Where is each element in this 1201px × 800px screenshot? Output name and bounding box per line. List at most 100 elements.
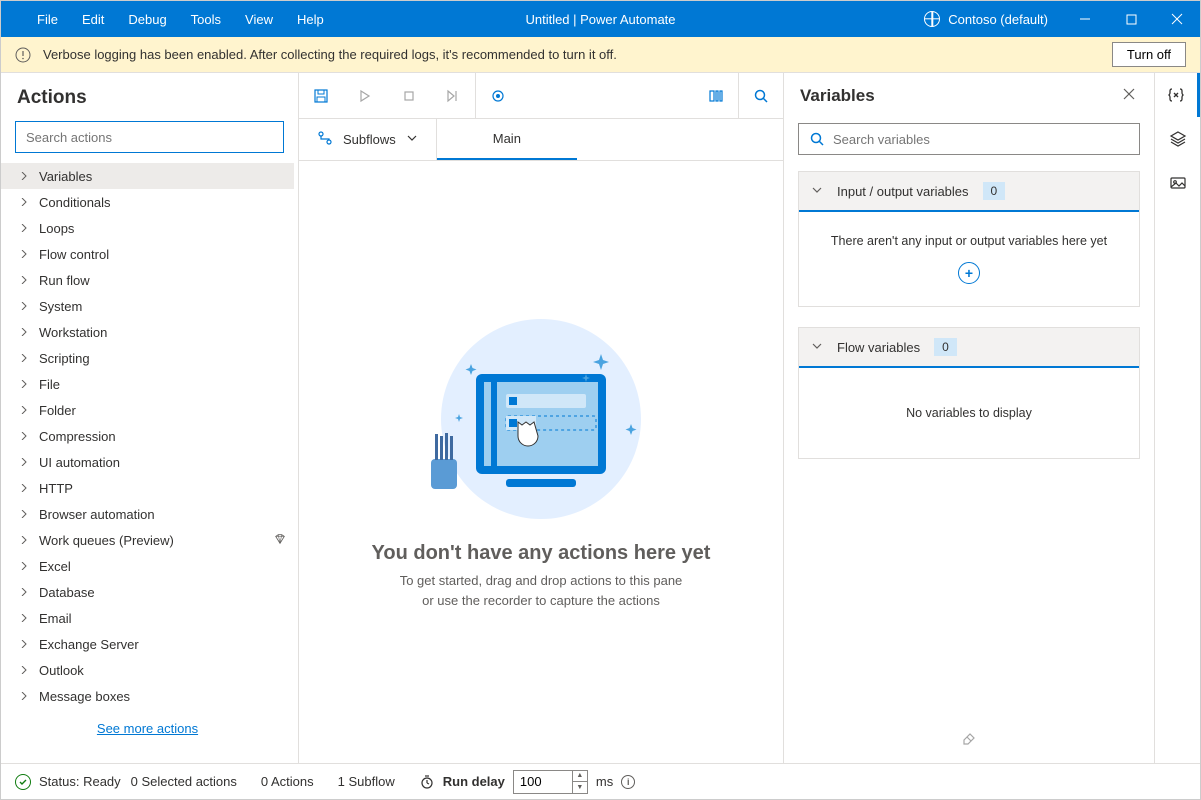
action-label: Flow control bbox=[39, 247, 109, 262]
chevron-right-icon bbox=[19, 327, 29, 337]
actions-header: Actions bbox=[1, 73, 298, 121]
action-category-message-boxes[interactable]: Message boxes bbox=[1, 683, 294, 709]
chevron-right-icon bbox=[19, 639, 29, 649]
action-label: HTTP bbox=[39, 481, 73, 496]
action-category-file[interactable]: File bbox=[1, 371, 294, 397]
action-label: File bbox=[39, 377, 60, 392]
menu-view[interactable]: View bbox=[233, 4, 285, 35]
ui-elements-button[interactable] bbox=[694, 73, 738, 118]
io-empty-text: There aren't any input or output variabl… bbox=[831, 234, 1107, 248]
run-delay-input[interactable] bbox=[513, 770, 573, 794]
images-tool-button[interactable] bbox=[1155, 161, 1200, 205]
action-label: Browser automation bbox=[39, 507, 155, 522]
step-button[interactable] bbox=[431, 73, 475, 118]
window-minimize[interactable] bbox=[1062, 1, 1108, 37]
menu-help[interactable]: Help bbox=[285, 4, 336, 35]
menu-file[interactable]: File bbox=[25, 4, 70, 35]
action-label: Compression bbox=[39, 429, 116, 444]
action-label: System bbox=[39, 299, 82, 314]
action-category-variables[interactable]: Variables bbox=[1, 163, 294, 189]
clock-icon bbox=[419, 774, 435, 790]
action-category-scripting[interactable]: Scripting bbox=[1, 345, 294, 371]
action-category-email[interactable]: Email bbox=[1, 605, 294, 631]
action-category-work-queues[interactable]: Work queues (Preview) bbox=[1, 527, 294, 553]
action-category-browser-automation[interactable]: Browser automation bbox=[1, 501, 294, 527]
action-label: Work queues (Preview) bbox=[39, 533, 174, 548]
ui-elements-tool-button[interactable] bbox=[1155, 117, 1200, 161]
premium-icon bbox=[274, 533, 286, 548]
action-category-ui-automation[interactable]: UI automation bbox=[1, 449, 294, 475]
action-category-exchange-server[interactable]: Exchange Server bbox=[1, 631, 294, 657]
empty-title: You don't have any actions here yet bbox=[372, 542, 711, 565]
variables-header: Variables bbox=[784, 73, 1154, 119]
action-category-conditionals[interactable]: Conditionals bbox=[1, 189, 294, 215]
info-icon[interactable]: i bbox=[621, 775, 635, 789]
action-category-run-flow[interactable]: Run flow bbox=[1, 267, 294, 293]
status-text: Status: Ready bbox=[39, 774, 121, 789]
menu-edit[interactable]: Edit bbox=[70, 4, 116, 35]
action-category-folder[interactable]: Folder bbox=[1, 397, 294, 423]
variables-search[interactable] bbox=[798, 123, 1140, 155]
see-more-actions-link[interactable]: See more actions bbox=[1, 709, 294, 748]
subflow-bar: Subflows Main bbox=[299, 119, 783, 161]
close-panel-button[interactable] bbox=[1116, 80, 1142, 112]
chevron-right-icon bbox=[19, 483, 29, 493]
action-label: Folder bbox=[39, 403, 76, 418]
action-category-excel[interactable]: Excel bbox=[1, 553, 294, 579]
tab-main[interactable]: Main bbox=[437, 119, 577, 160]
chevron-right-icon bbox=[19, 171, 29, 181]
actions-search-input[interactable] bbox=[26, 130, 273, 145]
action-label: Outlook bbox=[39, 663, 84, 678]
action-category-database[interactable]: Database bbox=[1, 579, 294, 605]
recorder-button[interactable] bbox=[476, 73, 520, 118]
actions-search[interactable] bbox=[15, 121, 284, 153]
action-category-loops[interactable]: Loops bbox=[1, 215, 294, 241]
action-category-system[interactable]: System bbox=[1, 293, 294, 319]
environment-selector[interactable]: Contoso (default) bbox=[910, 11, 1062, 27]
subflows-label: Subflows bbox=[343, 132, 396, 147]
section-title: Input / output variables bbox=[837, 184, 969, 199]
section-title: Flow variables bbox=[837, 340, 920, 355]
stop-button[interactable] bbox=[387, 73, 431, 118]
run-button[interactable] bbox=[343, 73, 387, 118]
run-delay-down[interactable]: ▼ bbox=[573, 782, 587, 793]
canvas-area: Subflows Main bbox=[299, 73, 784, 763]
chevron-down-icon bbox=[811, 184, 823, 199]
variables-search-input[interactable] bbox=[833, 132, 1129, 147]
eraser-icon[interactable] bbox=[960, 728, 978, 749]
actions-count: 0 Actions bbox=[261, 774, 314, 789]
action-category-outlook[interactable]: Outlook bbox=[1, 657, 294, 683]
chevron-right-icon bbox=[19, 535, 29, 545]
action-category-workstation[interactable]: Workstation bbox=[1, 319, 294, 345]
chevron-down-icon bbox=[811, 340, 823, 355]
run-delay-up[interactable]: ▲ bbox=[573, 771, 587, 782]
action-label: Message boxes bbox=[39, 689, 130, 704]
flow-variables-header[interactable]: Flow variables 0 bbox=[799, 328, 1139, 368]
io-variables-section: Input / output variables 0 There aren't … bbox=[798, 171, 1140, 307]
window-maximize[interactable] bbox=[1108, 1, 1154, 37]
action-category-http[interactable]: HTTP bbox=[1, 475, 294, 501]
variables-tool-button[interactable] bbox=[1155, 73, 1200, 117]
canvas-empty-state: You don't have any actions here yet To g… bbox=[299, 161, 783, 763]
action-label: Workstation bbox=[39, 325, 107, 340]
add-io-variable-button[interactable]: + bbox=[958, 262, 980, 284]
menu-debug[interactable]: Debug bbox=[116, 4, 178, 35]
chevron-right-icon bbox=[19, 249, 29, 259]
action-label: Scripting bbox=[39, 351, 90, 366]
flow-empty-text: No variables to display bbox=[906, 406, 1032, 420]
window-close[interactable] bbox=[1154, 1, 1200, 37]
variables-panel: Variables Input / output variables 0 The… bbox=[784, 73, 1154, 763]
notification-bar: Verbose logging has been enabled. After … bbox=[1, 37, 1200, 73]
turn-off-button[interactable]: Turn off bbox=[1112, 42, 1186, 67]
menu-tools[interactable]: Tools bbox=[179, 4, 233, 35]
chevron-right-icon bbox=[19, 509, 29, 519]
subflows-dropdown[interactable]: Subflows bbox=[299, 119, 437, 160]
action-label: Conditionals bbox=[39, 195, 111, 210]
actions-list[interactable]: Variables Conditionals Loops Flow contro… bbox=[1, 163, 298, 763]
io-variables-header[interactable]: Input / output variables 0 bbox=[799, 172, 1139, 212]
action-category-flow-control[interactable]: Flow control bbox=[1, 241, 294, 267]
chevron-right-icon bbox=[19, 431, 29, 441]
search-flow-button[interactable] bbox=[739, 73, 783, 118]
action-category-compression[interactable]: Compression bbox=[1, 423, 294, 449]
save-button[interactable] bbox=[299, 73, 343, 118]
